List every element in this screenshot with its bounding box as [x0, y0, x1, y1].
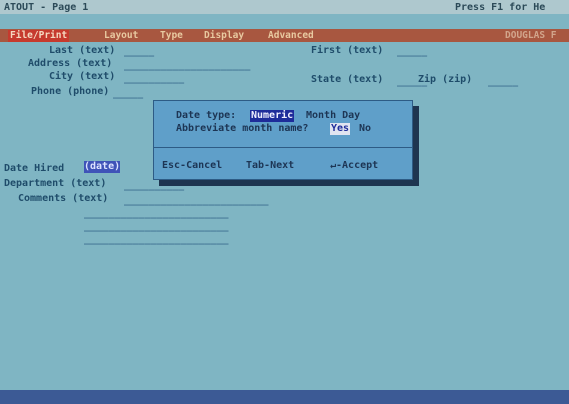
- comments-blank-1[interactable]: ________________________: [124, 195, 269, 207]
- last-blank[interactable]: _____: [124, 46, 154, 58]
- phone-label: Phone (phone): [31, 86, 110, 97]
- help-hint: Press F1 for He: [455, 2, 546, 13]
- state-label: State (text): [311, 74, 384, 85]
- date-type-label: Date type:: [176, 110, 237, 121]
- date-hired-label: Date Hired: [4, 163, 65, 174]
- comments-blank-2[interactable]: ________________________: [84, 208, 229, 220]
- comments-blank-4[interactable]: ________________________: [84, 234, 229, 246]
- abbreviate-label: Abbreviate month name?: [176, 123, 309, 134]
- date-type-option-numeric[interactable]: Numeric: [250, 110, 295, 122]
- zip-label: Zip (zip): [418, 74, 473, 85]
- menu-advanced[interactable]: Advanced: [268, 30, 314, 42]
- address-blank[interactable]: _____________________: [124, 60, 250, 72]
- first-label: First (text): [311, 45, 384, 56]
- address-label: Address (text): [28, 58, 113, 69]
- abbreviate-option-no[interactable]: No: [359, 123, 371, 135]
- date-type-option-monthday[interactable]: Month Day: [306, 110, 360, 122]
- menu-layout[interactable]: Layout: [104, 30, 138, 42]
- comments-label: Comments (text): [18, 193, 109, 204]
- app-screen: ATOUT - Page 1 Press F1 for He File/Prin…: [0, 0, 569, 404]
- menu-type[interactable]: Type: [160, 30, 183, 42]
- abbreviate-option-yes[interactable]: Yes: [330, 123, 351, 135]
- city-blank[interactable]: __________: [124, 73, 184, 85]
- first-blank[interactable]: _____: [397, 46, 427, 58]
- status-bar: [0, 390, 569, 404]
- date-hired-field[interactable]: (date): [84, 161, 121, 173]
- menu-bar: File/Print Layout Type Display Advanced …: [0, 29, 569, 42]
- phone-blank[interactable]: _____: [113, 88, 143, 100]
- department-label: Department (text): [4, 178, 107, 189]
- title-bar: ATOUT - Page 1 Press F1 for He: [0, 0, 569, 14]
- dialog-divider: [154, 147, 412, 148]
- department-blank[interactable]: __________: [124, 180, 184, 192]
- window-title: ATOUT - Page 1: [4, 2, 89, 13]
- comments-blank-3[interactable]: ________________________: [84, 221, 229, 233]
- next-key-hint[interactable]: Tab-Next: [246, 160, 294, 172]
- cancel-key-hint[interactable]: Esc-Cancel: [162, 160, 222, 172]
- menu-display[interactable]: Display: [204, 30, 244, 42]
- date-format-dialog: Date type: Numeric Month Day Abbreviate …: [153, 100, 413, 180]
- accept-key-hint[interactable]: ↵-Accept: [330, 160, 378, 172]
- menu-file-print[interactable]: File/Print: [8, 30, 70, 42]
- menu-right-text: DOUGLAS F: [505, 30, 557, 41]
- city-label: City (text): [49, 71, 116, 82]
- zip-blank[interactable]: _____: [488, 76, 518, 88]
- last-label: Last (text): [49, 45, 116, 56]
